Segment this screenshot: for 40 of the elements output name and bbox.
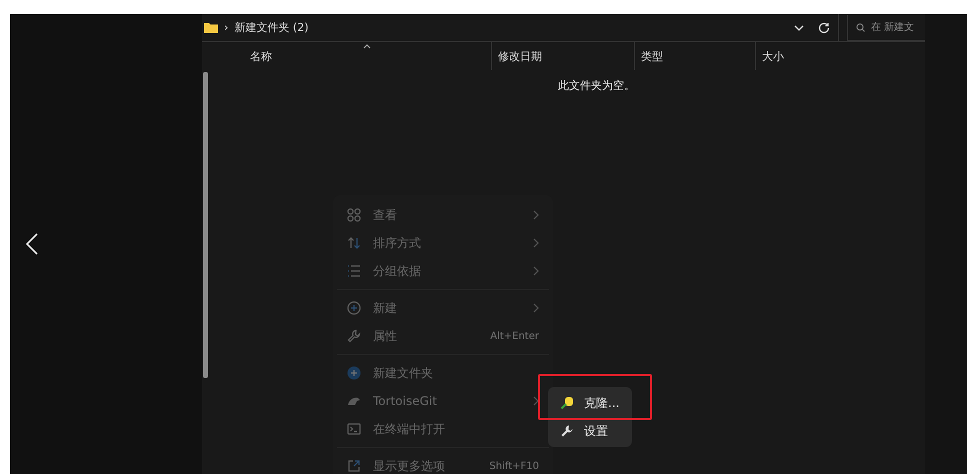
terminal-icon <box>347 422 361 436</box>
breadcrumb-folder[interactable]: 新建文件夹 (2) <box>234 20 308 35</box>
share-box-icon <box>347 459 361 473</box>
chevron-right-icon <box>533 396 539 406</box>
breadcrumb-separator: › <box>224 21 228 34</box>
shortcut-text: Alt+Enter <box>490 330 539 342</box>
scrollbar-thumb[interactable] <box>203 72 208 378</box>
chevron-right-icon <box>533 303 539 313</box>
chevron-right-icon <box>533 238 539 248</box>
list-icon <box>347 264 361 278</box>
menu-item[interactable]: 新建 <box>337 294 549 322</box>
grid-icon <box>347 208 361 222</box>
refresh-icon[interactable] <box>818 22 830 34</box>
column-header[interactable]: 大小 <box>762 48 784 64</box>
menu-item[interactable]: 查看 <box>337 201 549 229</box>
clone-icon <box>560 396 574 410</box>
search-icon <box>856 22 865 32</box>
wrench-icon <box>347 329 361 343</box>
menu-item[interactable]: 设置 <box>548 417 632 445</box>
menu-item[interactable]: 属性 Alt+Enter <box>337 322 549 350</box>
dropdown-icon[interactable] <box>794 24 804 30</box>
menu-item[interactable]: TortoiseGit <box>337 387 549 415</box>
menu-item[interactable]: 新建文件夹 <box>337 359 549 387</box>
folder-icon <box>204 22 218 33</box>
menu-item[interactable]: 显示更多选项 Shift+F10 <box>337 452 549 474</box>
column-header[interactable]: 修改日期 <box>498 48 542 64</box>
new-folder-icon <box>347 366 361 380</box>
menu-item[interactable]: 分组依据 <box>337 257 549 285</box>
menu-item[interactable]: 在终端中打开 <box>337 415 549 443</box>
plus-circle-icon <box>347 301 361 315</box>
column-header[interactable]: 名称 <box>250 48 272 64</box>
menu-item[interactable]: 排序方式 <box>337 229 549 257</box>
wrench-icon <box>560 424 574 438</box>
empty-folder-message: 此文件夹为空。 <box>558 79 635 92</box>
column-header[interactable]: 类型 <box>641 48 663 64</box>
shortcut-text: Shift+F10 <box>489 460 539 472</box>
chevron-right-icon <box>533 266 539 276</box>
menu-item[interactable]: 克隆... <box>548 389 632 417</box>
sort-arrows-icon <box>347 236 361 250</box>
chevron-right-icon <box>533 210 539 220</box>
